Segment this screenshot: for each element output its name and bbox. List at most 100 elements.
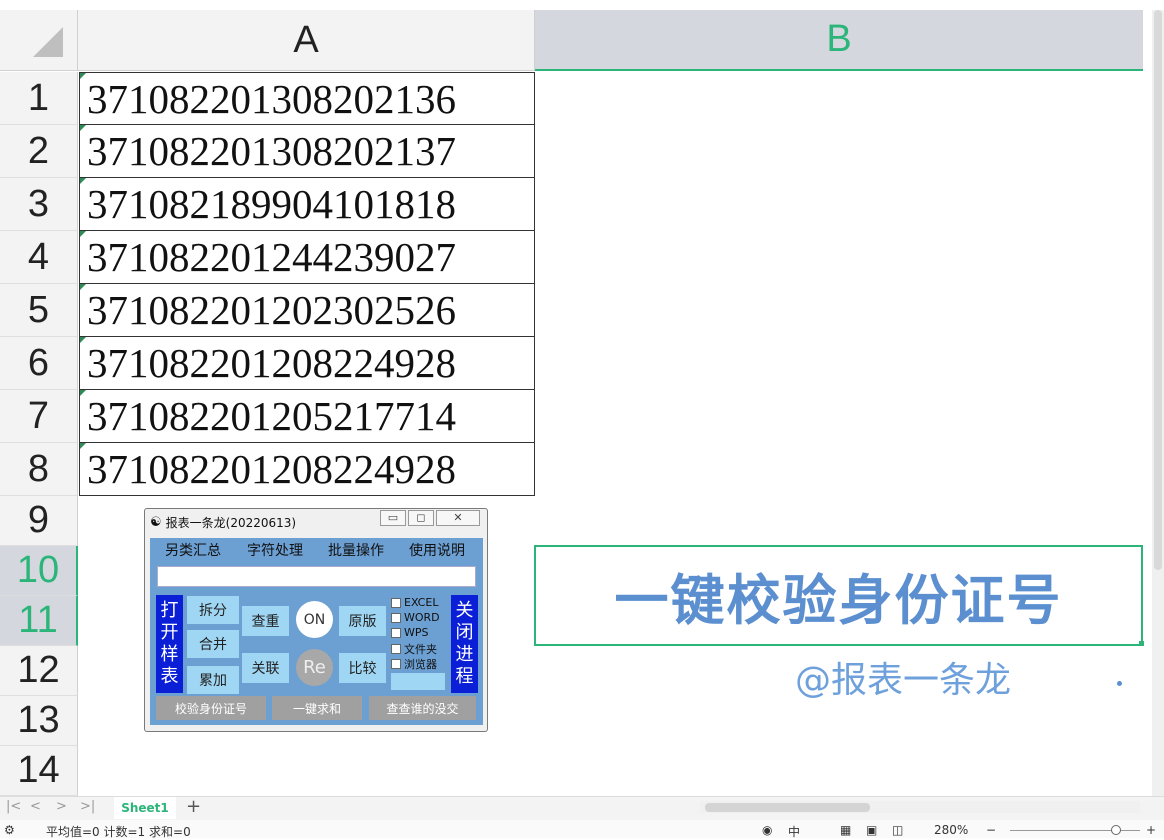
checkbox-box[interactable] [391,627,401,638]
text-number-flag-icon [80,284,86,290]
row-header-6[interactable]: 6 [0,337,78,390]
dialog-title: 报表一条龙(20220613) [165,515,297,530]
reset-button[interactable]: Re [296,649,333,686]
prev-sheet-icon[interactable]: < [30,799,41,814]
next-sheet-icon[interactable]: > [56,799,67,814]
checkbox-word[interactable]: WORD [391,611,440,624]
row-header-7[interactable]: 7 [0,390,78,443]
credit-text: @报表一条龙 [795,660,1012,701]
menu-help[interactable]: 使用说明 [409,540,465,560]
close-process-label: 关闭进程 [455,600,474,687]
small-input[interactable] [391,673,445,690]
checkbox-label: WPS [404,626,429,639]
checkbox-box[interactable] [391,644,401,654]
zoom-out-icon[interactable]: − [986,823,996,837]
compare-button[interactable]: 比较 [339,653,386,683]
banner-text: 一键校验身份证号 [614,569,1063,632]
checkbox-box[interactable] [391,597,401,608]
row-header-3[interactable]: 3 [0,178,78,231]
cell-a1[interactable]: 371082201308202136 [79,72,535,125]
one-click-sum-button[interactable]: 一键求和 [272,696,362,720]
checkbox-wps[interactable]: WPS [391,626,429,639]
cell-value: 371082201208224928 [87,340,456,386]
row-header-10[interactable]: 10 [0,546,78,596]
macro-icon[interactable]: ⚙ [4,823,15,837]
validate-id-button[interactable]: 校验身份证号 [156,696,266,720]
open-sample-button[interactable]: 打开样表 [156,595,183,693]
on-button[interactable]: ON [296,601,333,638]
cell-a3[interactable]: 371082189904101818 [79,178,535,231]
row-header-9[interactable]: 9 [0,496,78,546]
checkbox-excel[interactable]: EXCEL [391,596,438,609]
cell-a7[interactable]: 371082201205217714 [79,390,535,443]
eye-icon[interactable]: ◉ [762,823,772,837]
checkbox-box[interactable] [391,612,401,623]
checkbox-label: 浏览器 [404,658,437,671]
row-header-4[interactable]: 4 [0,231,78,284]
dot-mark [1117,681,1122,686]
text-number-flag-icon [80,231,86,237]
row-header-12[interactable]: 12 [0,646,78,696]
column-header-b[interactable]: B [535,10,1143,71]
cell-a4[interactable]: 371082201244239027 [79,231,535,284]
zoom-in-icon[interactable]: + [1146,823,1156,837]
row-header-5[interactable]: 5 [0,284,78,337]
merge-button[interactable]: 合并 [187,630,239,658]
relate-button[interactable]: 关联 [242,653,289,683]
cell-a5[interactable]: 371082201202302526 [79,284,535,337]
input-mode[interactable]: 中 [788,823,800,840]
cell-value: 371082201244239027 [87,234,456,280]
checkbox-label: EXCEL [404,596,439,609]
app-icon: ☯ [150,514,162,530]
cell-a2[interactable]: 371082201308202137 [79,125,535,178]
menu-alt-summary[interactable]: 另类汇总 [165,540,221,560]
menu-batch-ops[interactable]: 批量操作 [328,540,384,560]
minimize-button[interactable]: ▭ [380,510,406,526]
fill-handle[interactable] [1139,641,1144,646]
cell-a6[interactable]: 371082201208224928 [79,337,535,390]
add-sheet-icon[interactable]: + [186,796,201,817]
row-header-2[interactable]: 2 [0,125,78,178]
last-sheet-icon[interactable]: >| [80,799,95,814]
checkbox-box[interactable] [391,659,401,669]
sheet-tab[interactable]: Sheet1 [114,797,176,819]
check-missing-button[interactable]: 查查谁的没交 [369,696,476,720]
row-header-13[interactable]: 13 [0,696,78,746]
close-button[interactable]: ✕ [436,510,480,526]
text-number-flag-icon [80,73,86,79]
cell-value: 371082189904101818 [87,181,456,227]
text-number-flag-icon [80,337,86,343]
row-header-8[interactable]: 8 [0,443,78,496]
cell-value: 371082201202302526 [87,287,456,333]
close-process-button[interactable]: 关闭进程 [451,595,478,693]
row-header-11[interactable]: 11 [0,596,78,646]
cell-a8[interactable]: 371082201208224928 [79,443,535,496]
status-summary: 平均值=0 计数=1 求和=0 [46,825,191,839]
dialog-titlebar[interactable]: ☯ 报表一条龙(20220613) [150,510,296,534]
cell-value: 371082201308202136 [87,76,456,122]
zoom-slider-thumb[interactable] [1111,825,1121,835]
path-input[interactable] [157,566,476,587]
normal-view-icon[interactable]: ▦ [840,823,851,837]
zoom-level[interactable]: 280% [934,823,968,837]
accumulate-button[interactable]: 累加 [187,666,239,694]
vertical-scroll-thumb[interactable] [1154,10,1162,570]
lookup-button[interactable]: 查重 [242,606,289,636]
column-header-a[interactable]: A [78,10,535,71]
menu-string-processing[interactable]: 字符处理 [247,540,303,560]
page-layout-icon[interactable]: ▣ [866,823,877,837]
row-header-1[interactable]: 1 [0,72,78,125]
row-header-14[interactable]: 14 [0,746,78,796]
horizontal-scroll-thumb[interactable] [705,803,870,812]
maximize-button[interactable]: ◻ [408,510,434,526]
first-sheet-icon[interactable]: |< [6,799,21,814]
checkbox-browser[interactable]: 浏览器 [391,656,437,672]
checkbox-label: WORD [404,611,440,624]
cell-value: 371082201208224928 [87,446,456,492]
page-break-icon[interactable]: ◫ [892,823,903,837]
split-button[interactable]: 拆分 [187,596,239,624]
original-button[interactable]: 原版 [339,606,386,636]
checkbox-folder[interactable]: 文件夹 [391,641,437,657]
select-all-triangle-icon [33,27,63,57]
text-number-flag-icon [80,125,86,131]
